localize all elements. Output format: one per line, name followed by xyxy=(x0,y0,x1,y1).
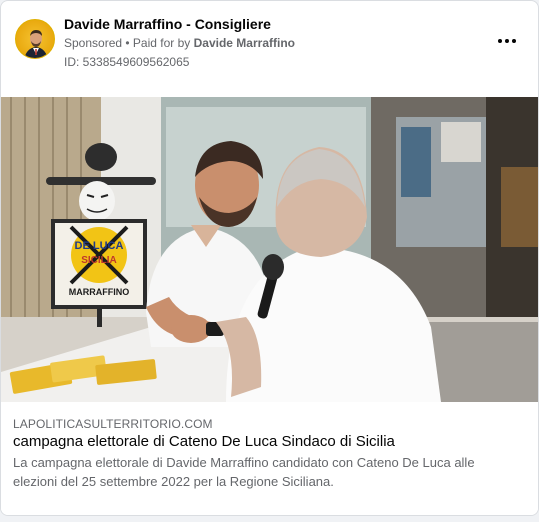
link-description: La campagna elettorale di Davide Marraff… xyxy=(13,455,475,489)
page-avatar[interactable] xyxy=(15,19,55,59)
interview-photo: DE LUCA SICILIA MARRAFFINO xyxy=(1,97,538,402)
paid-for-prefix: Paid for by xyxy=(132,36,194,50)
post-image[interactable]: DE LUCA SICILIA MARRAFFINO xyxy=(1,97,538,402)
link-preview[interactable]: LAPOLITICASULTERRITORIO.COM campagna ele… xyxy=(1,402,538,515)
more-horizontal-icon xyxy=(498,39,502,43)
poster-footer-text: MARRAFFINO xyxy=(69,287,130,297)
more-horizontal-icon-dot xyxy=(512,39,516,43)
poster-text-line2: SICILIA xyxy=(81,255,117,266)
sponsored-label[interactable]: Sponsored xyxy=(64,36,122,50)
meta-separator: • xyxy=(122,36,133,50)
more-horizontal-icon-dot xyxy=(505,39,509,43)
ad-id: ID: 5338549609562065 xyxy=(64,55,190,69)
poster-text-line1: DE LUCA xyxy=(75,240,124,252)
sponsored-post-card: Davide Marraffino - Consigliere Sponsore… xyxy=(0,0,539,516)
avatar-portrait xyxy=(24,30,48,58)
post-header: Davide Marraffino - Consigliere Sponsore… xyxy=(1,1,538,97)
link-title[interactable]: campagna elettorale di Cateno De Luca Si… xyxy=(13,433,395,450)
sponsored-meta: Sponsored • Paid for by Davide Marraffin… xyxy=(64,36,295,50)
link-domain: LAPOLITICASULTERRITORIO.COM xyxy=(13,417,213,431)
more-options-button[interactable] xyxy=(493,31,521,51)
paid-for-name[interactable]: Davide Marraffino xyxy=(194,36,295,50)
page-name[interactable]: Davide Marraffino - Consigliere xyxy=(64,16,271,32)
